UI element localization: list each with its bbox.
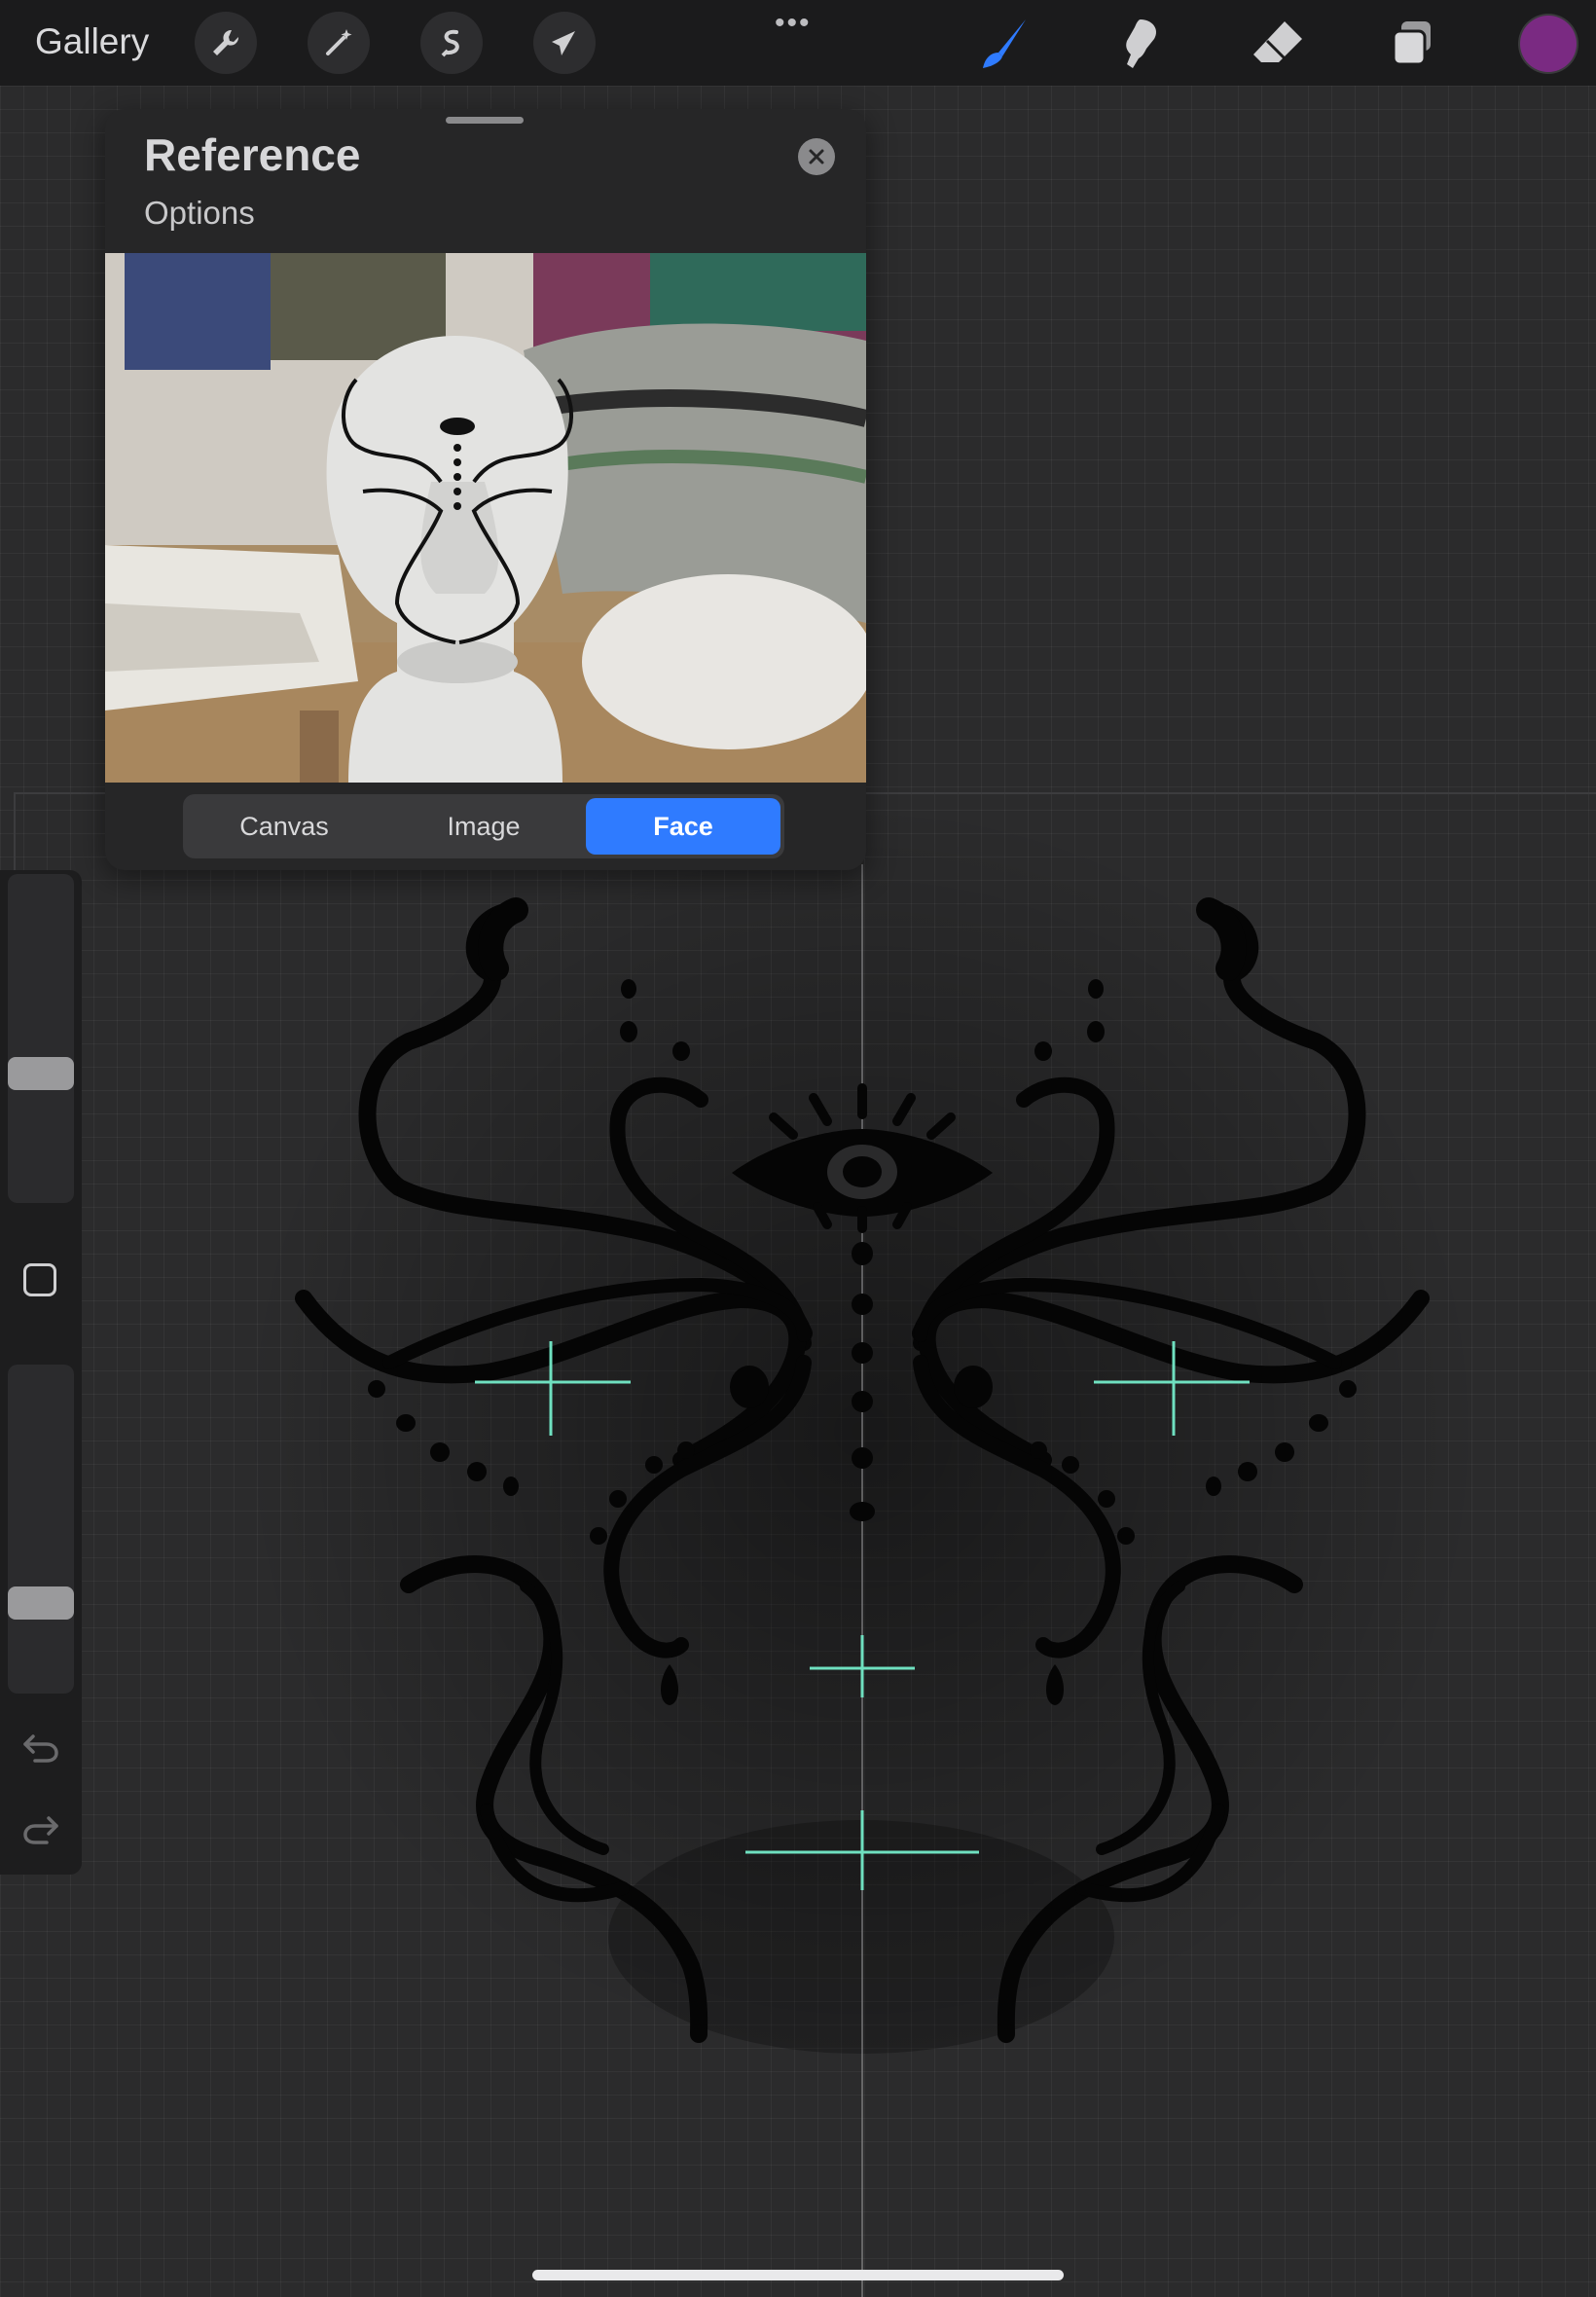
panel-drag-handle[interactable] [446,117,524,124]
reference-mode-tabs: Canvas Image Face [183,794,784,858]
home-indicator[interactable] [532,2270,1064,2280]
top-toolbar: Gallery ••• [0,0,1596,86]
gallery-button[interactable]: Gallery [35,21,149,62]
more-options-icon[interactable]: ••• [775,9,812,38]
tab-canvas[interactable]: Canvas [187,798,381,855]
brush-size-slider-thumb[interactable] [8,1057,74,1090]
tab-image[interactable]: Image [386,798,581,855]
panel-title: Reference [144,129,361,180]
opacity-slider[interactable] [8,1365,74,1694]
transform-arrow-icon[interactable] [533,12,596,74]
reference-photo [105,253,866,783]
color-picker-button[interactable] [1520,16,1577,72]
redo-icon[interactable] [21,1810,60,1850]
modify-button[interactable] [23,1263,56,1296]
undo-icon[interactable] [21,1729,60,1768]
brush-icon[interactable] [975,14,1034,72]
brush-size-slider[interactable] [8,874,74,1203]
layers-icon[interactable] [1384,14,1442,72]
side-toolbar [0,870,82,1875]
eraser-icon[interactable] [1248,14,1306,72]
tab-face[interactable]: Face [586,798,780,855]
magic-wand-icon[interactable] [308,12,370,74]
reference-panel[interactable]: Reference Options Canvas Image Face [105,109,866,870]
wrench-icon[interactable] [195,12,257,74]
selection-icon[interactable] [420,12,483,74]
options-button[interactable]: Options [144,195,255,232]
close-icon[interactable] [798,138,835,175]
opacity-slider-thumb[interactable] [8,1586,74,1620]
smudge-icon[interactable] [1111,14,1170,72]
